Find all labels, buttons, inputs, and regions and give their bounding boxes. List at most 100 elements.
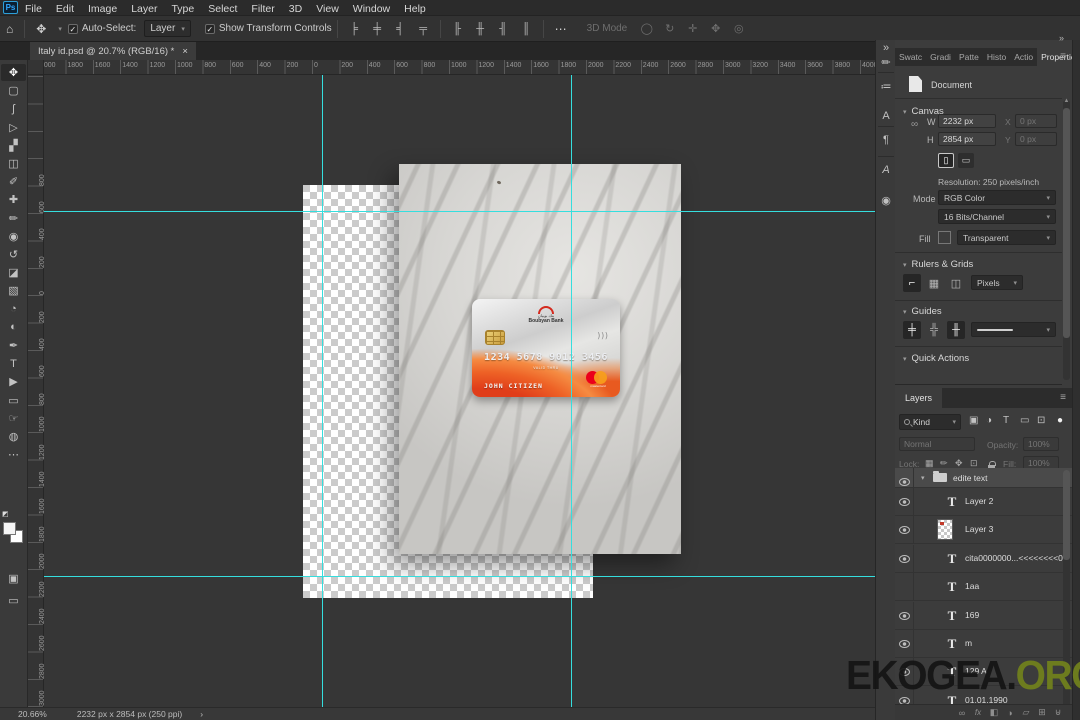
layer-row-1[interactable]: ▾ edite text: [895, 468, 1072, 496]
more-options-icon[interactable]: ⋯: [549, 22, 573, 36]
menu-edit[interactable]: Edit: [49, 3, 81, 15]
vertical-ruler[interactable]: 800 600 400 200 0 200 400 600 800 1000 1200 1400 160…: [28, 75, 46, 720]
auto-select-checkbox[interactable]: ✓: [67, 23, 78, 34]
layer-row-2[interactable]: T Layer 2: [895, 488, 1072, 516]
distribute-bottom-icon[interactable]: ╢: [492, 23, 515, 35]
new-layer-icon[interactable]: ⊞: [1034, 707, 1050, 718]
horizontal-guide[interactable]: [44, 576, 875, 577]
marquee-tool[interactable]: ▢: [1, 82, 26, 99]
type-layer-icon[interactable]: T: [943, 550, 961, 568]
layer-row-8[interactable]: T 129 A: [895, 658, 1072, 687]
clear-guides-icon[interactable]: ╫: [947, 321, 965, 339]
layer-row-5[interactable]: T 1aa: [895, 573, 1072, 602]
auto-select-target-dropdown[interactable]: Layer ▾: [144, 20, 191, 37]
visibility-toggle[interactable]: [895, 601, 914, 630]
filter-smart-objects-icon[interactable]: ⊡: [1037, 415, 1045, 426]
filter-type-layers-icon[interactable]: T: [1003, 415, 1009, 426]
guides-section-header[interactable]: ▾ Guides: [903, 306, 942, 317]
link-layers-icon[interactable]: ∞: [954, 708, 970, 718]
collapse-panels-icon[interactable]: »: [876, 42, 896, 54]
visibility-toggle[interactable]: [895, 544, 914, 573]
height-field[interactable]: 2854 px: [938, 132, 996, 146]
toggle-snap-icon[interactable]: ◫: [947, 274, 965, 292]
rulers-grids-section-header[interactable]: ▾ Rulers & Grids: [903, 259, 973, 270]
filter-shape-layers-icon[interactable]: ▭: [1020, 415, 1029, 426]
visibility-toggle[interactable]: [895, 516, 914, 545]
gradient-tool[interactable]: ▧: [1, 282, 26, 299]
chevron-down-icon[interactable]: ▾: [921, 474, 925, 482]
shape-tool[interactable]: ▭: [1, 392, 26, 409]
align-left-icon[interactable]: ╞: [343, 23, 366, 35]
home-icon[interactable]: ⌂: [0, 22, 19, 36]
clone-stamp-tool[interactable]: ◉: [1, 228, 26, 245]
distribute-top-icon[interactable]: ╟: [446, 23, 469, 35]
layer-row-6[interactable]: T 169: [895, 601, 1072, 630]
libraries-panel-icon[interactable]: ◉: [876, 194, 896, 207]
default-colors-icon[interactable]: ◩: [2, 510, 9, 518]
width-field[interactable]: 2232 px: [938, 114, 996, 128]
layer-row-4[interactable]: Tcita0000000...<<<<<<<<0 d: [895, 544, 1072, 573]
move-tool-icon[interactable]: ✥: [30, 22, 52, 36]
pen-tool[interactable]: ✒: [1, 337, 26, 354]
color-mode-dropdown[interactable]: RGB Color ▾: [938, 190, 1056, 205]
bit-depth-dropdown[interactable]: 16 Bits/Channel ▾: [938, 209, 1056, 224]
new-group-icon[interactable]: ▱: [1018, 707, 1034, 718]
toggle-rulers-icon[interactable]: ⌐: [903, 274, 921, 292]
more-tools[interactable]: ⋯: [1, 446, 26, 463]
show-transform-checkbox[interactable]: ✓: [204, 23, 215, 34]
move-tool[interactable]: ✥: [1, 64, 26, 81]
lock-guides-icon[interactable]: ╬: [925, 321, 943, 339]
properties-scrollbar[interactable]: ▲: [1063, 98, 1070, 380]
menu-3d[interactable]: 3D: [282, 3, 309, 15]
link-dimensions-icon[interactable]: ∞: [911, 119, 918, 130]
layers-menu-icon[interactable]: ≡: [1060, 392, 1066, 403]
distribute-horizontal-icon[interactable]: ║: [515, 23, 538, 35]
zoom-tool[interactable]: ◍: [1, 428, 26, 445]
align-top-icon[interactable]: ╤: [412, 23, 435, 35]
blur-tool[interactable]: ◔: [1, 301, 26, 318]
delete-layer-icon[interactable]: ⊎: [1050, 707, 1066, 718]
eyedropper-tool[interactable]: ✐: [1, 173, 26, 190]
canvas-pasteboard[interactable]: بنك بوبيان Boubyan Bank ))) 1234 5678 90…: [44, 75, 875, 707]
menu-filter[interactable]: Filter: [244, 3, 281, 15]
fill-dropdown[interactable]: Transparent ▾: [957, 230, 1056, 245]
type-layer-icon[interactable]: T: [943, 493, 961, 511]
visibility-toggle[interactable]: [895, 573, 914, 602]
filter-pixel-layers-icon[interactable]: ▣: [969, 415, 978, 426]
glyphs-panel-icon[interactable]: A: [876, 164, 896, 176]
layer-filter-dropdown[interactable]: Kind ▾: [899, 414, 961, 430]
brush-tool[interactable]: ✏: [1, 210, 26, 227]
credit-card-image[interactable]: بنك بوبيان Boubyan Bank ))) 1234 5678 90…: [472, 299, 620, 397]
portrait-orientation-button[interactable]: ▯: [938, 153, 954, 168]
chevron-down-icon[interactable]: ▾: [58, 25, 62, 33]
screen-mode-icon[interactable]: ▭: [1, 592, 26, 609]
type-tool[interactable]: T: [1, 355, 26, 372]
ruler-origin-corner[interactable]: [28, 60, 44, 75]
eraser-tool[interactable]: ◪: [1, 264, 26, 281]
dodge-tool[interactable]: ◐: [1, 319, 26, 336]
visibility-toggle[interactable]: [895, 658, 914, 687]
frame-tool[interactable]: ◫: [1, 155, 26, 172]
type-layer-icon[interactable]: T: [943, 663, 961, 681]
layer-thumbnail[interactable]: [937, 519, 953, 541]
properties-menu-icon[interactable]: ≡: [1060, 51, 1066, 62]
units-dropdown[interactable]: Pixels ▾: [971, 275, 1023, 290]
visibility-toggle[interactable]: [895, 488, 914, 516]
collapse-panels-icon[interactable]: »: [1059, 33, 1064, 43]
toggle-grid-icon[interactable]: ▦: [925, 274, 943, 292]
brush-settings-icon[interactable]: ✏: [876, 56, 896, 69]
menu-help[interactable]: Help: [397, 3, 433, 15]
character-panel-icon[interactable]: A: [876, 110, 896, 122]
type-layer-icon[interactable]: T: [943, 578, 961, 596]
tab-gradi[interactable]: Gradi: [926, 48, 955, 66]
menu-file[interactable]: File: [18, 3, 49, 15]
menu-layer[interactable]: Layer: [124, 3, 164, 15]
menu-select[interactable]: Select: [201, 3, 244, 15]
menu-image[interactable]: Image: [81, 3, 124, 15]
path-select-tool[interactable]: ▶: [1, 373, 26, 390]
type-layer-icon[interactable]: T: [943, 607, 961, 625]
horizontal-guide[interactable]: [44, 211, 875, 212]
tab-actio[interactable]: Actio: [1010, 48, 1037, 66]
paragraph-panel-icon[interactable]: ¶: [876, 134, 896, 146]
status-expand-icon[interactable]: ›: [200, 709, 203, 719]
